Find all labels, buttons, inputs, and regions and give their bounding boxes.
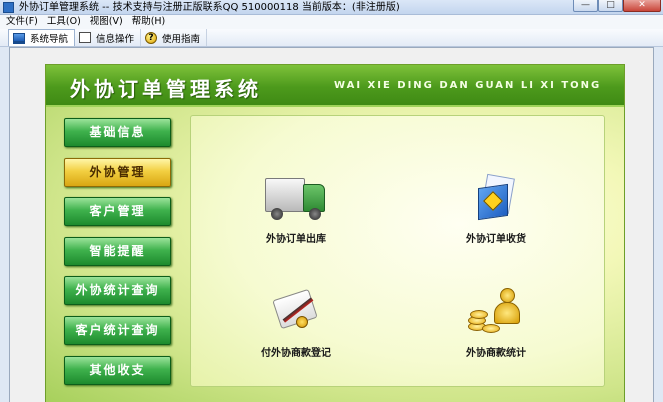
client-area: 外协订单管理系统 WAI XIE DING DAN GUAN LI XI TON… [9,47,654,402]
coins-person-icon [468,288,524,333]
tool-tabs: 系统导航 信息操作 ? 使用指南 [0,29,663,47]
menu-help[interactable]: 帮助(H) [132,15,166,29]
nav-reminder-button[interactable]: 智能提醒 [64,236,171,266]
app-icon [3,2,14,13]
tile-label: 外协商款统计 [466,348,526,359]
tab-user-guide[interactable]: ? 使用指南 [141,29,208,46]
nav-customer-button[interactable]: 客户管理 [64,197,171,227]
tile-payment-register[interactable]: 付外协商款登记 [236,288,356,378]
tab-info-operation[interactable]: 信息操作 [75,29,142,46]
minimize-button[interactable]: — [573,0,598,12]
banner-title: 外协订单管理系统 [70,77,262,101]
tab-label: 使用指南 [162,33,201,45]
nav-outsourcing-stats-button[interactable]: 外协统计查询 [64,276,171,306]
maximize-button[interactable]: □ [598,0,623,12]
scroll-pen-icon [272,288,320,332]
function-area: 外协订单出库 外协订单收货 付外协商款登记 外协商款统计 [190,115,605,387]
monitor-icon [13,32,25,44]
tile-payment-stats[interactable]: 外协商款统计 [436,288,556,378]
banner: 外协订单管理系统 WAI XIE DING DAN GUAN LI XI TON… [46,65,624,107]
tile-label: 外协订单收货 [466,234,526,245]
window-controls: — □ ✕ [573,0,661,13]
close-button[interactable]: ✕ [623,0,661,12]
tile-label: 付外协商款登记 [261,348,331,359]
menu-bar: 文件(F) 工具(O) 视图(V) 帮助(H) [0,15,663,29]
module-nav: 基础信息 外协管理 客户管理 智能提醒 外协统计查询 客户统计查询 其他收支 [64,118,171,395]
folder-icon [478,173,516,221]
document-icon [79,32,92,43]
nav-other-income-button[interactable]: 其他收支 [64,355,171,385]
nav-customer-stats-button[interactable]: 客户统计查询 [64,315,171,345]
tile-order-receiving[interactable]: 外协订单收货 [436,173,556,264]
window-title: 外协订单管理系统 -- 技术支持与注册正版联系QQ 510000118 当前版本… [19,2,400,13]
tab-label: 系统导航 [30,34,69,45]
navigation-panel: 外协订单管理系统 WAI XIE DING DAN GUAN LI XI TON… [45,64,625,402]
help-icon: ? [145,31,158,44]
truck-icon [265,174,327,222]
tile-order-outbound[interactable]: 外协订单出库 [236,174,356,264]
menu-view[interactable]: 视图(V) [90,15,123,29]
tile-label: 外协订单出库 [266,234,326,245]
menu-tools[interactable]: 工具(O) [47,15,81,29]
title-bar: 外协订单管理系统 -- 技术支持与注册正版联系QQ 510000118 当前版本… [0,0,663,15]
tab-system-navigation[interactable]: 系统导航 [8,29,76,46]
nav-outsourcing-button[interactable]: 外协管理 [64,157,171,187]
menu-file[interactable]: 文件(F) [6,15,38,29]
banner-subtitle: WAI XIE DING DAN GUAN LI XI TONG [334,80,602,91]
tab-label: 信息操作 [96,33,135,45]
nav-basic-info-button[interactable]: 基础信息 [64,118,171,147]
